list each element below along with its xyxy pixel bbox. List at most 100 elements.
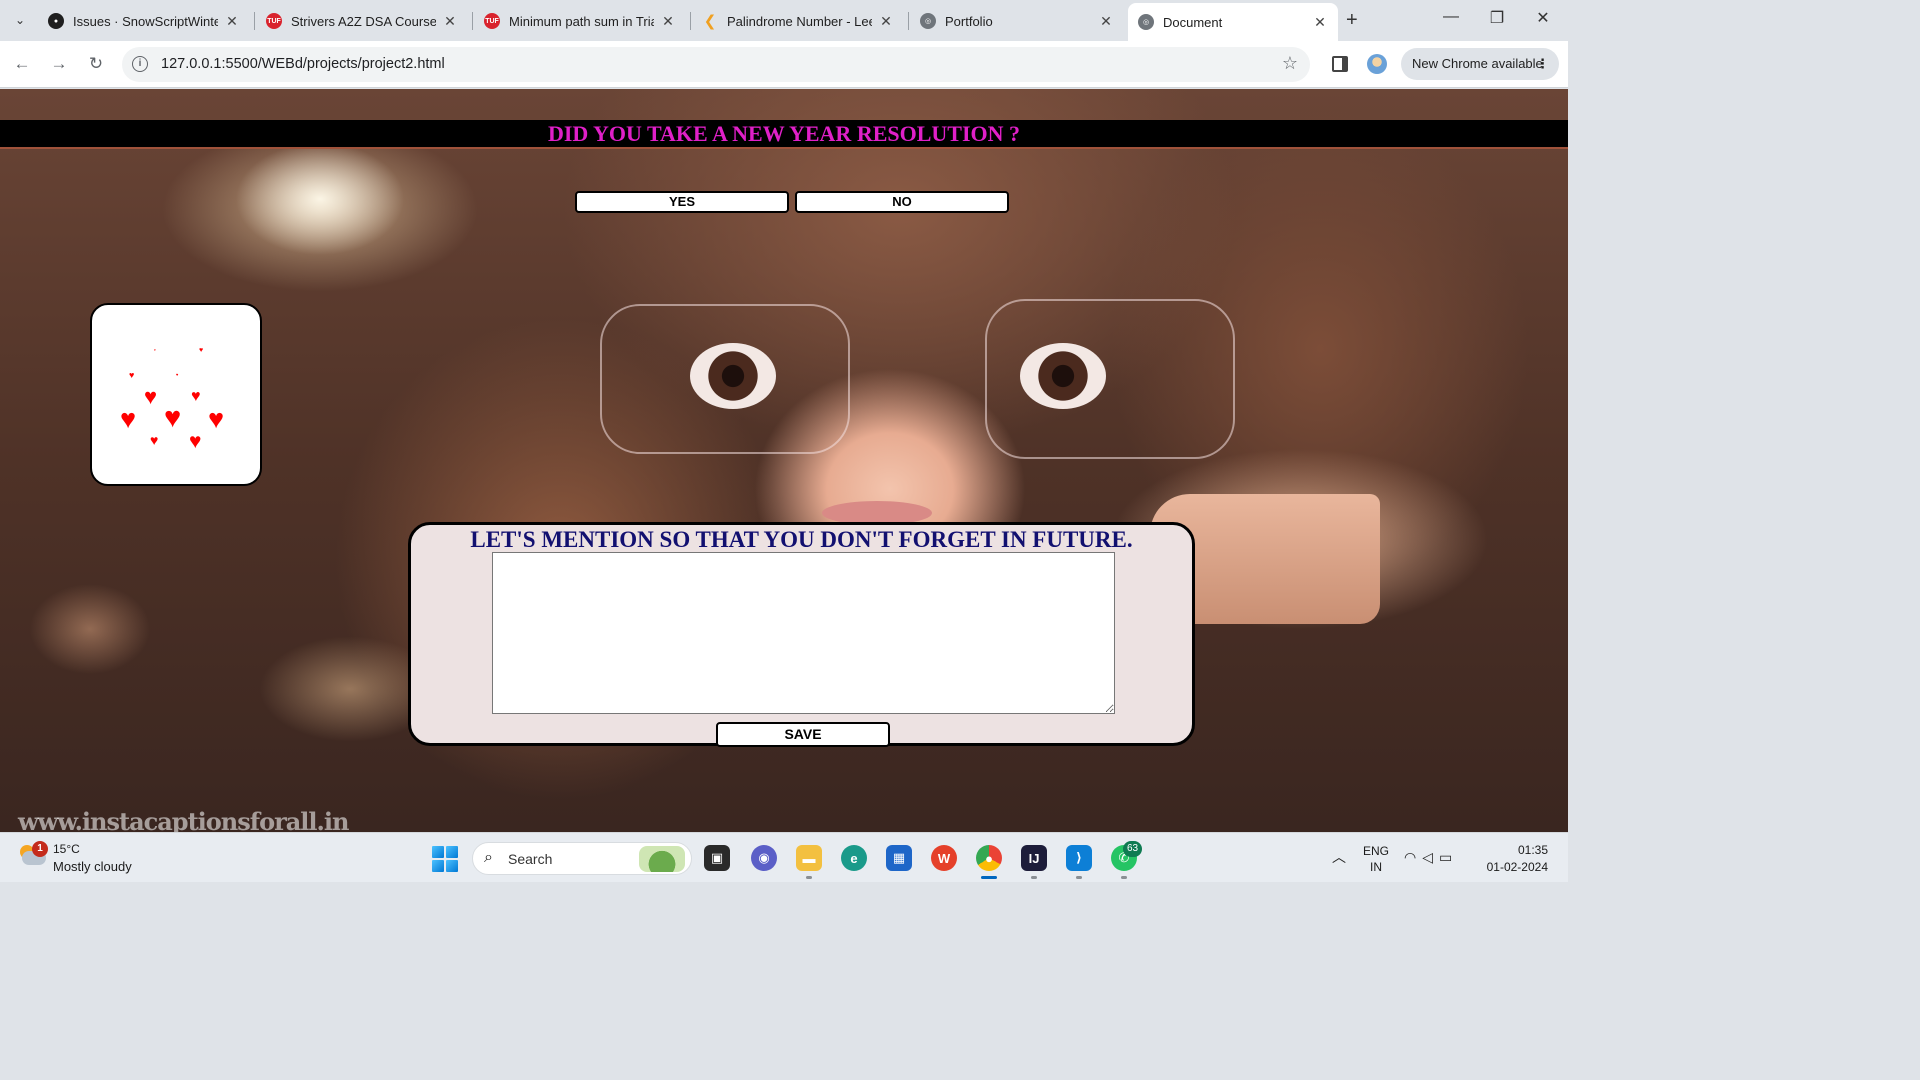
heart-icon: ♥ — [208, 404, 225, 434]
running-indicator — [806, 876, 812, 879]
yes-button[interactable]: YES — [575, 191, 789, 213]
bookmark-star-icon[interactable]: ☆ — [1282, 53, 1298, 74]
tray-status-icons[interactable]: ◠◁▭ — [1404, 849, 1458, 866]
illustration-glasses-left — [600, 304, 850, 454]
update-label: New Chrome available — [1412, 56, 1543, 71]
running-indicator-active — [981, 876, 997, 879]
heart-icon: ♥ — [144, 384, 158, 409]
tab-title: Issues · SnowScriptWinterC — [73, 13, 218, 29]
wps-office-icon[interactable]: W — [931, 845, 957, 871]
reload-icon[interactable]: ↻ — [85, 53, 107, 75]
close-tab-icon[interactable]: ✕ — [224, 13, 240, 30]
question-heading: DID YOU TAKE A NEW YEAR RESOLUTION ? — [547, 121, 1021, 146]
close-tab-icon[interactable]: ✕ — [442, 13, 458, 30]
mention-heading: LET'S MENTION SO THAT YOU DON'T FORGET I… — [470, 527, 1133, 552]
restore-icon[interactable]: ❐ — [1482, 8, 1512, 28]
language-indicator[interactable]: ENG IN — [1363, 843, 1389, 875]
address-url[interactable]: 127.0.0.1:5500/WEBd/projects/project2.ht… — [161, 56, 445, 72]
close-tab-icon[interactable]: ✕ — [660, 13, 676, 30]
tab-search-icon[interactable]: ⌄ — [8, 8, 32, 32]
task-view-icon[interactable]: ▣ — [704, 845, 730, 871]
tab-separator — [908, 12, 909, 30]
resolution-textarea[interactable] — [492, 552, 1115, 714]
tab-leetcode[interactable]: ❮ Palindrome Number - Leet ✕ — [692, 6, 904, 36]
chrome-icon[interactable]: ● — [976, 845, 1002, 871]
tab-document[interactable]: ◎ Document ✕ — [1128, 3, 1338, 41]
heart-icon: ♥ — [176, 372, 179, 377]
save-button[interactable]: SAVE — [716, 722, 890, 747]
page-viewport: www.instacaptionsforall.in DID YOU TAKE … — [0, 89, 1568, 832]
vscode-icon[interactable]: ⟩ — [1066, 845, 1092, 871]
heart-icon: ♥ — [120, 404, 137, 434]
globe-icon: ◎ — [1138, 14, 1154, 30]
lang-primary: ENG — [1363, 844, 1390, 858]
update-chrome-button[interactable]: New Chrome available ⋮ — [1401, 48, 1559, 80]
back-icon[interactable]: ← — [11, 53, 33, 75]
close-window-icon[interactable]: ✕ — [1528, 8, 1558, 28]
tab-title: Minimum path sum in Trian — [509, 13, 654, 29]
start-button[interactable] — [432, 846, 458, 872]
volume-icon: ◁ — [1422, 849, 1439, 865]
folder-icon[interactable]: ▬ — [796, 845, 822, 871]
tab-title: Strivers A2Z DSA Course/S — [291, 13, 436, 29]
resolution-panel: LET'S MENTION SO THAT YOU DON'T FORGET I… — [408, 522, 1195, 747]
forward-icon[interactable]: → — [48, 53, 70, 75]
system-clock[interactable]: 01:35 01-02-2024 — [1487, 842, 1548, 876]
close-tab-icon[interactable]: ✕ — [1312, 14, 1328, 31]
github-icon: ● — [48, 13, 64, 29]
lang-secondary: IN — [1370, 860, 1382, 874]
wifi-icon: ◠ — [1404, 849, 1423, 865]
new-tab-button[interactable]: + — [1346, 9, 1358, 32]
tab-title: Portfolio — [945, 13, 993, 29]
tray-overflow-chevron-icon[interactable]: ︿ — [1332, 847, 1346, 867]
side-panel-icon[interactable] — [1332, 56, 1348, 72]
search-label: Search — [508, 851, 553, 867]
profile-avatar[interactable] — [1367, 54, 1387, 74]
heart-icon: ♥ — [164, 402, 182, 434]
whatsapp-badge: 63 — [1123, 841, 1142, 857]
heart-icon: ♥ — [129, 370, 135, 380]
tuf-icon: TUF — [266, 13, 282, 29]
question-banner: DID YOU TAKE A NEW YEAR RESOLUTION ? — [0, 120, 1568, 149]
tab-strivers[interactable]: TUF Strivers A2Z DSA Course/S ✕ — [256, 6, 468, 36]
illustration-glasses-right — [985, 299, 1235, 459]
close-tab-icon[interactable]: ✕ — [878, 13, 894, 30]
minimize-icon[interactable]: — — [1436, 8, 1466, 26]
no-button[interactable]: NO — [795, 191, 1009, 213]
more-menu-icon[interactable]: ⋮ — [1536, 48, 1549, 80]
tuf-icon: TUF — [484, 13, 500, 29]
intellij-icon[interactable]: IJ — [1021, 845, 1047, 871]
tab-portfolio[interactable]: ◎ Portfolio ✕ — [910, 6, 1124, 36]
watermark: www.instacaptionsforall.in — [18, 807, 349, 832]
hearts-animation-box: ♥ ♥ ♥ ♥ ♥ ♥ ♥ ♥ ♥ ♥ ♥ — [90, 303, 262, 486]
edge-icon[interactable]: e — [841, 845, 867, 871]
teams-chat-icon[interactable]: ◉ — [751, 845, 777, 871]
heart-icon: ♥ — [199, 347, 204, 354]
globe-icon: ◎ — [920, 13, 936, 29]
running-indicator — [1076, 876, 1082, 879]
clock-date: 01-02-2024 — [1486, 860, 1548, 874]
heart-icon: ♥ — [189, 430, 202, 453]
clock-time: 01:35 — [1517, 843, 1548, 857]
search-highlight-art — [639, 846, 685, 872]
running-indicator — [1121, 876, 1127, 879]
search-icon: ⌕ — [484, 849, 493, 866]
windows-taskbar: 1 15°C Mostly cloudy ⌕ Search ▣ ◉ ▬ e ▦ … — [0, 832, 1568, 882]
address-bar[interactable]: i 127.0.0.1:5500/WEBd/projects/project2.… — [122, 47, 1310, 82]
heart-icon: ♥ — [191, 388, 201, 405]
tab-strip: ⌄ ● Issues · SnowScriptWinterC ✕ TUF Str… — [0, 0, 1568, 41]
close-tab-icon[interactable]: ✕ — [1098, 13, 1114, 30]
tab-issues[interactable]: ● Issues · SnowScriptWinterC ✕ — [38, 6, 250, 36]
weather-desc[interactable]: Mostly cloudy — [53, 859, 132, 874]
heart-icon: ♥ — [154, 348, 156, 352]
weather-badge: 1 — [32, 841, 48, 857]
tab-separator — [690, 12, 691, 30]
site-info-icon[interactable]: i — [132, 56, 148, 72]
battery-icon: ▭ — [1439, 849, 1459, 865]
taskbar-search[interactable]: ⌕ Search — [472, 842, 692, 875]
tab-separator — [472, 12, 473, 30]
tab-separator — [254, 12, 255, 30]
weather-temp[interactable]: 15°C — [53, 842, 80, 856]
store-icon[interactable]: ▦ — [886, 845, 912, 871]
tab-min-path[interactable]: TUF Minimum path sum in Trian ✕ — [474, 6, 686, 36]
